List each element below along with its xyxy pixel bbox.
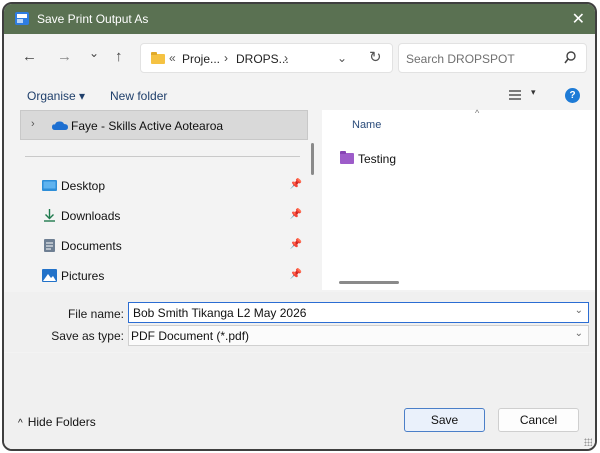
- dialog-footer: ^ Hide Folders Save Cancel: [4, 353, 595, 449]
- nav-item-label: Pictures: [61, 269, 105, 283]
- breadcrumb-overflow-icon[interactable]: «: [169, 51, 176, 65]
- forward-arrow-icon[interactable]: →: [57, 48, 72, 65]
- breadcrumb-item[interactable]: Proje...: [182, 52, 220, 66]
- hide-folders-label: Hide Folders: [27, 415, 96, 429]
- column-header-name[interactable]: Name: [352, 119, 381, 131]
- title-bar: Save Print Output As ✕: [4, 4, 595, 34]
- help-icon[interactable]: ?: [565, 88, 580, 103]
- desktop-icon: [42, 180, 57, 191]
- nav-item-label: Desktop: [61, 179, 106, 193]
- refresh-icon[interactable]: ↻: [369, 48, 382, 66]
- pin-icon: 📌: [289, 269, 302, 280]
- breadcrumb-separator[interactable]: ›: [224, 51, 228, 65]
- view-options-icon[interactable]: [509, 90, 521, 100]
- breadcrumb-separator[interactable]: ›: [284, 51, 288, 65]
- folder-icon: [151, 52, 165, 64]
- nav-item-desktop[interactable]: Desktop 📌: [42, 175, 302, 197]
- nav-divider: [25, 156, 300, 157]
- app-icon: [15, 12, 29, 25]
- navigation-bar: ← → ⌄ ↑ « Proje... › DROPS... › ⌄ ↻ Sear…: [4, 34, 595, 82]
- folder-icon: [340, 151, 354, 164]
- hide-folders-button[interactable]: ^ Hide Folders: [18, 415, 96, 429]
- column-header-label: Name: [352, 119, 382, 131]
- nav-item-pictures[interactable]: Pictures 📌: [42, 265, 302, 287]
- view-options-chevron-icon[interactable]: ▾: [531, 87, 536, 98]
- window-title: Save Print Output As: [37, 12, 149, 26]
- nav-item-label: Faye - Skills Active Aotearoa: [71, 119, 224, 133]
- expand-chevron-icon[interactable]: ›: [31, 118, 35, 130]
- address-dropdown-icon[interactable]: ⌄: [337, 51, 347, 65]
- chevron-up-icon: ^: [18, 418, 23, 429]
- chevron-down-icon[interactable]: ⌄: [575, 305, 583, 316]
- file-list-pane: Name ^ Testing: [322, 108, 595, 290]
- nav-item-downloads[interactable]: Downloads 📌: [42, 205, 302, 227]
- cancel-button[interactable]: Cancel: [498, 408, 579, 432]
- nav-item-documents[interactable]: Documents 📌: [42, 235, 302, 257]
- address-bar[interactable]: « Proje... › DROPS... › ⌄ ↻: [140, 43, 393, 73]
- file-list-item[interactable]: Testing: [340, 150, 540, 170]
- pin-icon: 📌: [289, 239, 302, 250]
- file-name: Testing: [358, 152, 397, 166]
- save-type-value: PDF Document (*.pdf): [131, 329, 250, 343]
- nav-pane-scrollbar[interactable]: [311, 143, 314, 175]
- new-folder-button[interactable]: New folder: [110, 89, 167, 103]
- nav-item-label: Downloads: [61, 209, 121, 223]
- command-bar: Organise ▾ New folder ▾ ?: [4, 82, 595, 110]
- save-dialog: Save Print Output As ✕ ← → ⌄ ↑ « Proje..…: [2, 2, 597, 451]
- up-arrow-icon[interactable]: ↑: [115, 48, 123, 65]
- pin-icon: 📌: [289, 179, 302, 190]
- organise-menu-button[interactable]: Organise ▾: [27, 89, 85, 103]
- file-name-input[interactable]: Bob Smith Tikanga L2 May 2026 ⌄: [128, 302, 589, 323]
- file-name-value: Bob Smith Tikanga L2 May 2026: [133, 306, 307, 320]
- save-type-label: Save as type:: [51, 329, 124, 343]
- save-button[interactable]: Save: [404, 408, 485, 432]
- pictures-icon: [42, 269, 57, 282]
- save-type-select[interactable]: PDF Document (*.pdf) ⌄: [128, 325, 589, 346]
- recent-locations-chevron-icon[interactable]: ⌄: [89, 46, 99, 60]
- file-name-label: File name:: [67, 307, 124, 321]
- save-form: File name: Bob Smith Tikanga L2 May 2026…: [4, 292, 595, 352]
- search-placeholder: Search DROPSPOT: [406, 52, 515, 66]
- chevron-down-icon[interactable]: ⌄: [575, 328, 583, 339]
- breadcrumb-item[interactable]: DROPS...: [236, 52, 289, 66]
- resize-grip-icon[interactable]: [584, 438, 592, 446]
- pin-icon: 📌: [289, 209, 302, 220]
- close-icon[interactable]: ✕: [572, 9, 585, 29]
- navigation-pane: › Faye - Skills Active Aotearoa Desktop …: [12, 110, 308, 290]
- nav-item-onedrive[interactable]: › Faye - Skills Active Aotearoa: [20, 110, 308, 140]
- sort-indicator-icon: ^: [475, 108, 480, 118]
- back-arrow-icon[interactable]: ←: [22, 48, 37, 65]
- file-list-scrollbar[interactable]: [339, 281, 399, 284]
- nav-item-label: Documents: [61, 239, 122, 253]
- search-box[interactable]: Search DROPSPOT: [398, 43, 587, 73]
- search-icon[interactable]: [564, 51, 576, 65]
- documents-icon: [44, 239, 55, 252]
- cloud-icon: [52, 121, 68, 130]
- download-icon: [44, 209, 55, 222]
